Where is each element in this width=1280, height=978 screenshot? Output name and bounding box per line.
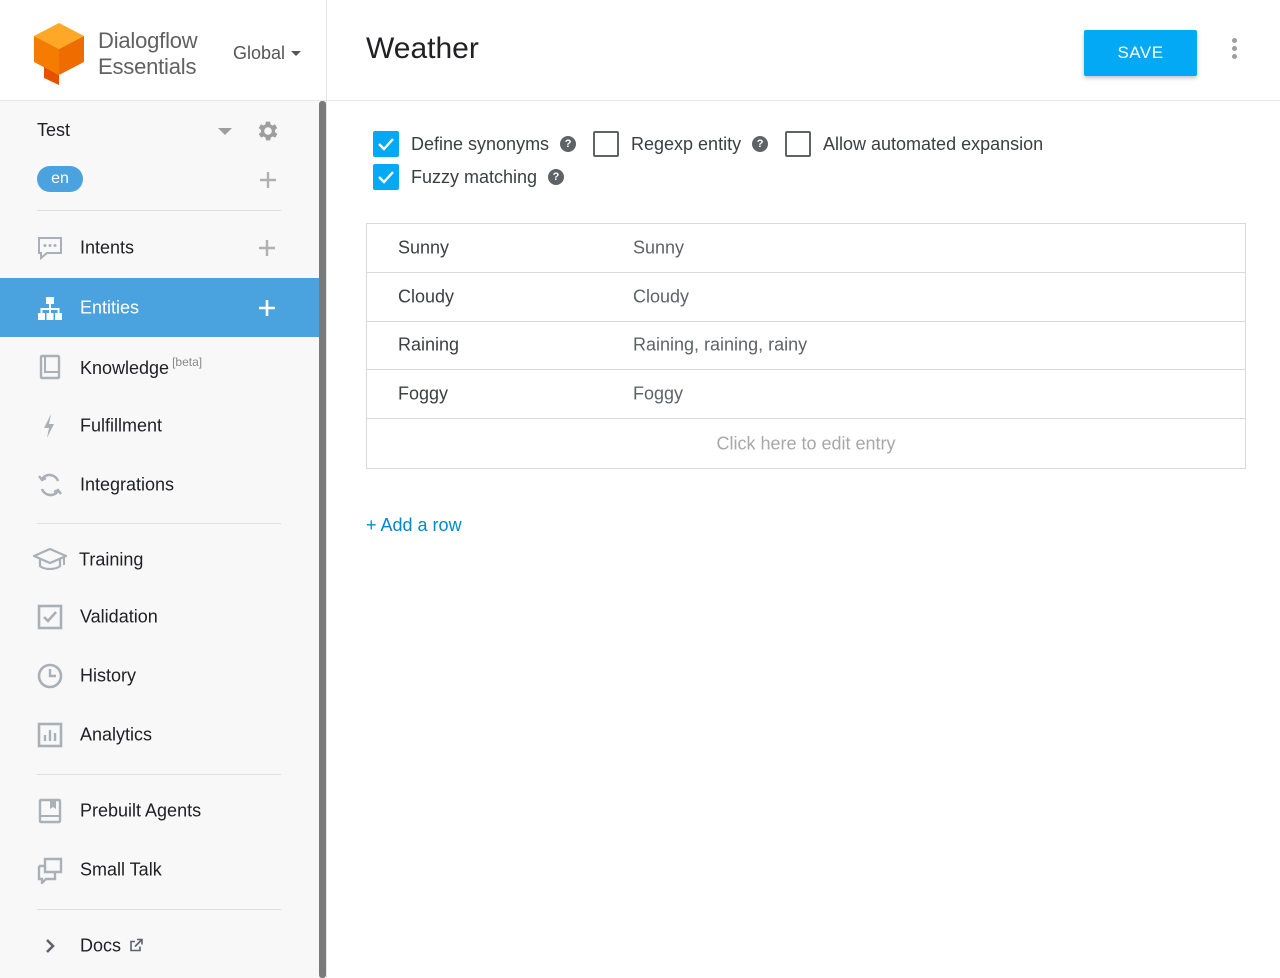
- caret-down-icon: [291, 51, 302, 56]
- sidebar-item-label: Knowledge [beta]: [80, 355, 202, 379]
- divider: [37, 909, 281, 910]
- dialogflow-logo: [34, 23, 84, 85]
- sidebar-item-validation[interactable]: Validation: [0, 587, 319, 646]
- reference-value[interactable]: Foggy: [398, 384, 448, 405]
- sidebar-item-prebuilt-agents[interactable]: Prebuilt Agents: [0, 781, 319, 840]
- option-label: Allow automated expansion: [823, 133, 1044, 154]
- help-icon[interactable]: ?: [752, 136, 769, 152]
- sidebar-item-label: Integrations: [80, 474, 175, 494]
- sidebar-item-label: Fulfillment: [80, 415, 163, 435]
- sidebar-item-training[interactable]: Training: [0, 530, 319, 589]
- divider: [37, 774, 281, 775]
- define-synonyms-checkbox[interactable]: [373, 131, 399, 157]
- chat-icon: [36, 234, 64, 262]
- clock-icon: [36, 662, 64, 690]
- synonyms-value[interactable]: Raining, raining, rainy: [633, 335, 807, 356]
- synonyms-value[interactable]: Sunny: [633, 237, 684, 258]
- agent-selector[interactable]: Test: [37, 118, 285, 144]
- sidebar-item-label: Docs: [80, 935, 143, 956]
- option-allow-automated-expansion[interactable]: Allow automated expansion: [785, 131, 1043, 157]
- add-entity-icon[interactable]: [257, 298, 277, 318]
- sidebar-item-intents[interactable]: Intents: [0, 218, 319, 277]
- sidebar-item-label: Prebuilt Agents: [80, 800, 202, 820]
- sidebar-item-label: Intents: [80, 237, 135, 257]
- save-button[interactable]: SAVE: [1084, 30, 1197, 76]
- edit-entry-row[interactable]: Click here to edit entry: [367, 419, 1245, 468]
- sidebar: Dialogflow Essentials Global Test en Int…: [0, 0, 327, 978]
- language-badge[interactable]: en: [37, 166, 83, 192]
- product-name-line1: Dialogflow: [98, 28, 198, 53]
- agent-name: Test: [37, 120, 71, 140]
- table-row[interactable]: Sunny Sunny: [367, 224, 1245, 273]
- beta-badge: [beta]: [172, 354, 203, 369]
- check-icon: [378, 138, 394, 151]
- reference-value[interactable]: Cloudy: [398, 286, 454, 307]
- sidebar-item-entities[interactable]: Entities: [0, 278, 319, 337]
- sidebar-item-fulfillment[interactable]: Fulfillment: [0, 396, 319, 455]
- sync-icon: [36, 471, 64, 499]
- divider: [37, 210, 281, 211]
- sidebar-item-label: Training: [79, 549, 144, 569]
- sidebar-item-label: Validation: [80, 606, 158, 626]
- add-row-link[interactable]: + Add a row: [366, 515, 462, 536]
- knowledge-label: Knowledge: [80, 357, 170, 378]
- more-vert-icon[interactable]: [1229, 38, 1239, 62]
- sidebar-item-label: History: [80, 665, 137, 685]
- edit-entry-hint: Click here to edit entry: [716, 433, 896, 454]
- entries-table: Sunny Sunny Cloudy Cloudy Raining Rainin…: [366, 223, 1246, 469]
- book-icon: [36, 353, 64, 381]
- sidebar-item-small-talk[interactable]: Small Talk: [0, 840, 319, 899]
- allow-expansion-checkbox[interactable]: [785, 131, 811, 157]
- chat-bubbles-icon: [36, 856, 64, 884]
- sidebar-item-analytics[interactable]: Analytics: [0, 705, 319, 764]
- table-row[interactable]: Foggy Foggy: [367, 370, 1245, 420]
- checkbox-icon: [36, 603, 64, 631]
- bolt-icon: [36, 412, 64, 440]
- reference-value[interactable]: Raining: [398, 335, 459, 356]
- brand-header: Dialogflow Essentials Global: [0, 0, 326, 101]
- page-title: Weather: [366, 32, 479, 65]
- synonyms-value[interactable]: Foggy: [633, 384, 683, 405]
- region-selector[interactable]: Global: [233, 43, 302, 64]
- sidebar-item-label: Analytics: [80, 724, 153, 744]
- add-intent-icon[interactable]: [257, 238, 277, 258]
- help-icon[interactable]: ?: [560, 136, 577, 152]
- region-label: Global: [233, 43, 286, 63]
- check-icon: [378, 171, 394, 184]
- hierarchy-icon: [36, 294, 64, 322]
- external-link-icon: [130, 938, 143, 951]
- sidebar-item-history[interactable]: History: [0, 646, 319, 705]
- fuzzy-matching-checkbox[interactable]: [373, 164, 399, 190]
- reference-value[interactable]: Sunny: [398, 237, 449, 258]
- option-define-synonyms[interactable]: Define synonyms ?: [373, 131, 577, 157]
- sidebar-item-integrations[interactable]: Integrations: [0, 455, 319, 514]
- option-label: Fuzzy matching: [411, 166, 538, 187]
- option-label: Define synonyms: [411, 133, 550, 154]
- docs-label: Docs: [80, 935, 122, 955]
- product-name-line2: Essentials: [98, 54, 197, 79]
- sidebar-item-knowledge[interactable]: Knowledge [beta]: [0, 337, 319, 396]
- sidebar-item-label: Small Talk: [80, 859, 162, 879]
- bar-chart-icon: [36, 721, 64, 749]
- option-regexp-entity[interactable]: Regexp entity ?: [593, 131, 769, 157]
- sidebar-item-label: Entities: [80, 297, 140, 317]
- table-row[interactable]: Cloudy Cloudy: [367, 273, 1245, 322]
- sidebar-item-docs[interactable]: Docs: [0, 916, 319, 975]
- synonyms-value[interactable]: Cloudy: [633, 286, 689, 307]
- caret-down-icon[interactable]: [218, 128, 232, 135]
- option-fuzzy-matching[interactable]: Fuzzy matching ?: [373, 164, 565, 190]
- table-row[interactable]: Raining Raining, raining, rainy: [367, 322, 1245, 371]
- divider: [37, 523, 281, 524]
- help-icon[interactable]: ?: [548, 169, 565, 185]
- option-label: Regexp entity: [631, 133, 742, 154]
- product-name: Dialogflow Essentials: [98, 28, 198, 80]
- add-language-icon[interactable]: [258, 170, 278, 190]
- gear-icon[interactable]: [255, 118, 281, 144]
- sidebar-scrollbar[interactable]: [319, 101, 326, 978]
- chevron-right-icon: [36, 932, 64, 960]
- graduation-cap-icon: [33, 546, 67, 574]
- bookmark-book-icon: [36, 797, 64, 825]
- regexp-entity-checkbox[interactable]: [593, 131, 619, 157]
- page-header: Weather SAVE: [327, 0, 1280, 101]
